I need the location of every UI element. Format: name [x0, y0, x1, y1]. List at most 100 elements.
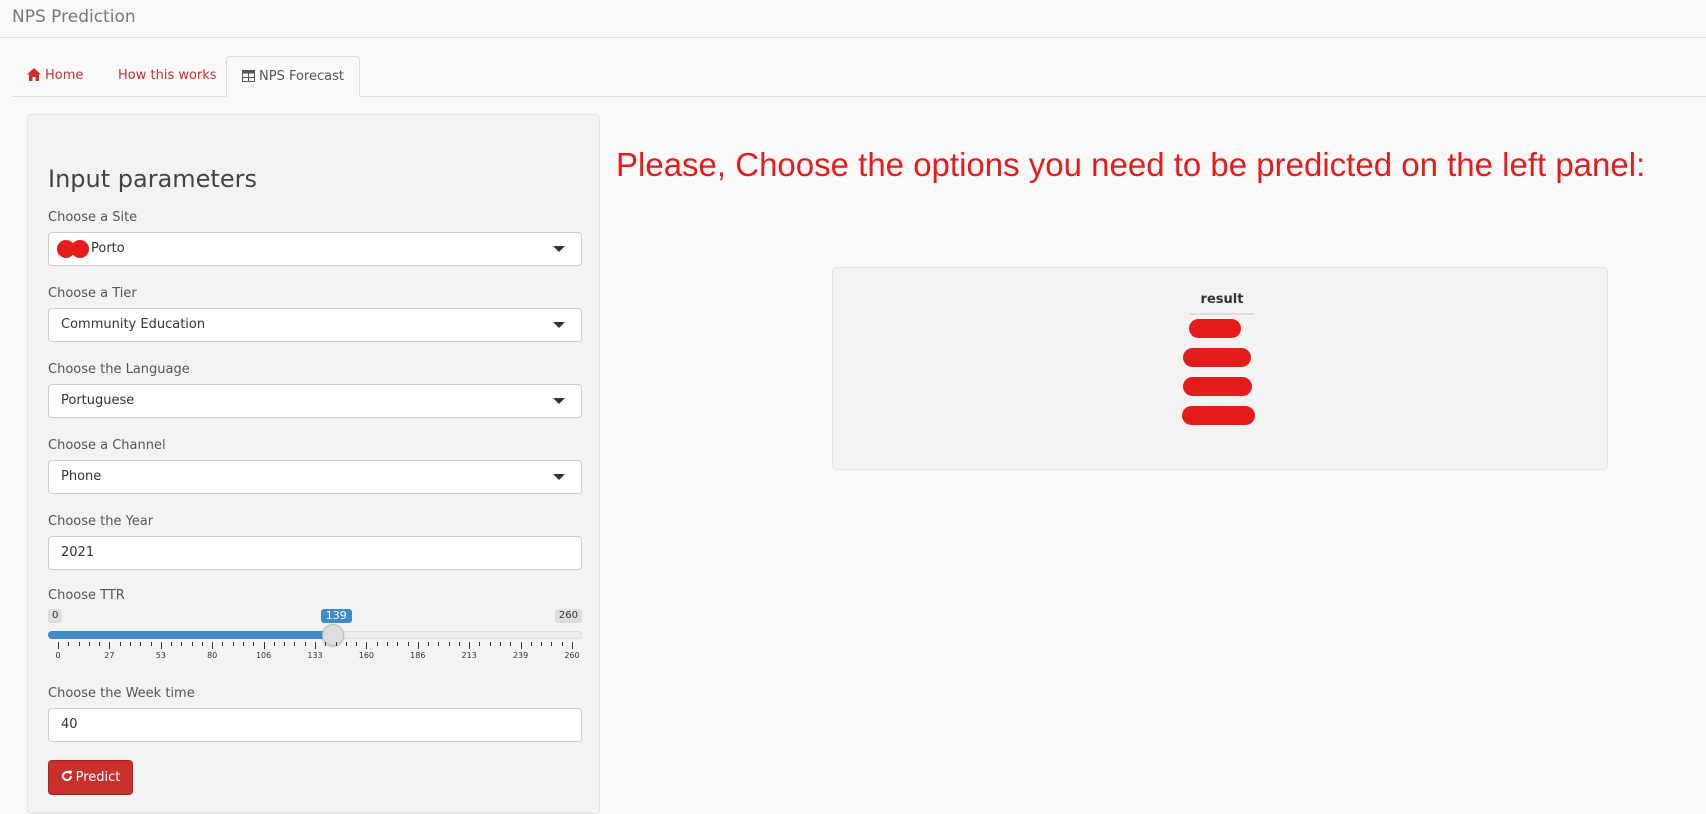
channel-select[interactable]: Phone — [48, 460, 582, 494]
redacted-result-value — [1183, 348, 1251, 367]
slider-minor-tick — [181, 642, 183, 646]
predict-button[interactable]: Predict — [48, 760, 133, 795]
slider-minor-tick — [530, 642, 532, 646]
slider-minor-tick — [253, 642, 255, 646]
result-column-header: result — [1190, 292, 1254, 315]
table-icon — [242, 59, 255, 98]
language-select[interactable]: Portuguese — [48, 384, 582, 418]
slider-minor-tick — [345, 642, 347, 646]
slider-major-tick — [160, 642, 162, 649]
slider-minor-tick — [376, 642, 378, 646]
home-icon — [27, 58, 41, 97]
slider-major-tick — [212, 642, 214, 649]
year-label: Choose the Year — [48, 514, 154, 529]
tab-how-this-works[interactable]: How this works — [103, 56, 232, 95]
slider-minor-tick — [284, 642, 286, 646]
slider-tick-label: 213 — [461, 651, 477, 660]
refresh-icon — [61, 770, 72, 782]
slider-tick-label: 80 — [207, 651, 218, 660]
slider-tick-label: 186 — [410, 651, 426, 660]
redacted-result-value — [1189, 319, 1241, 338]
site-label: Choose a Site — [48, 210, 138, 225]
ttr-slider[interactable]: 0 260 139 0 27 53 80 106 133 160 186 213 239 260 — [48, 609, 582, 669]
slider-minor-tick — [129, 642, 131, 646]
language-label: Choose the Language — [48, 362, 190, 377]
slider-minor-tick — [510, 642, 512, 646]
slider-minor-tick — [304, 642, 306, 646]
slider-minor-tick — [356, 642, 358, 646]
panel-title: Input parameters — [48, 165, 257, 193]
chevron-down-icon — [553, 398, 565, 404]
slider-major-tick — [366, 642, 368, 649]
slider-major-tick — [58, 642, 59, 649]
slider-minor-tick — [500, 642, 502, 646]
site-select[interactable]: Porto — [48, 232, 582, 266]
tier-label: Choose a Tier — [48, 286, 137, 301]
slider-tick-label: 27 — [104, 651, 115, 660]
slider-minor-tick — [191, 642, 193, 646]
channel-label: Choose a Channel — [48, 438, 166, 453]
slider-minor-tick — [88, 642, 90, 646]
headline-message: Please, Choose the options you need to b… — [616, 146, 1646, 183]
slider-minor-tick — [273, 642, 275, 646]
slider-minor-tick — [78, 642, 80, 646]
channel-value: Phone — [61, 469, 102, 484]
tab-home[interactable]: Home — [12, 56, 98, 95]
tier-select[interactable]: Community Education — [48, 308, 582, 342]
tab-how-label: How this works — [118, 68, 217, 83]
slider-tick-label: 53 — [155, 651, 166, 660]
slider-major-tick — [315, 642, 316, 649]
slider-tick-label: 106 — [255, 651, 272, 660]
tab-nps-forecast[interactable]: NPS Forecast — [226, 56, 360, 97]
tier-value: Community Education — [61, 317, 206, 332]
navbar: NPS Prediction — [0, 0, 1706, 38]
redaction-mark — [71, 240, 89, 258]
year-value: 2021 — [61, 545, 95, 560]
slider-minor-tick — [335, 642, 337, 646]
chevron-down-icon — [553, 246, 565, 252]
slider-minor-tick — [119, 642, 121, 646]
slider-major-tick — [109, 642, 111, 649]
slider-major-tick — [263, 642, 265, 649]
slider-minor-tick — [489, 642, 491, 646]
result-panel: result — [832, 267, 1608, 470]
ttr-label: Choose TTR — [48, 588, 125, 603]
slider-minor-tick — [325, 642, 327, 646]
slider-minor-tick — [171, 642, 173, 646]
slider-minor-tick — [150, 642, 152, 646]
predict-label: Predict — [75, 770, 121, 785]
chevron-down-icon — [553, 474, 565, 480]
slider-major-tick — [469, 642, 471, 649]
app-title: NPS Prediction — [12, 7, 136, 27]
slider-minor-tick — [479, 642, 481, 646]
slider-minor-tick — [99, 642, 101, 646]
slider-fill — [48, 631, 333, 639]
week-value: 40 — [61, 717, 78, 732]
slider-minor-tick — [561, 642, 563, 646]
slider-minor-tick — [222, 642, 224, 646]
slider-minor-tick — [397, 642, 399, 646]
slider-minor-tick — [201, 642, 203, 646]
tab-home-label: Home — [45, 68, 84, 83]
site-value: Porto — [91, 241, 125, 256]
slider-major-tick — [520, 642, 522, 649]
slider-value-label: 139 — [320, 609, 352, 623]
language-value: Portuguese — [61, 393, 135, 408]
week-label: Choose the Week time — [48, 686, 195, 701]
slider-major-tick — [572, 642, 573, 649]
slider-minor-tick — [407, 642, 409, 646]
week-input[interactable]: 40 — [48, 708, 582, 742]
tab-forecast-label: NPS Forecast — [259, 69, 344, 84]
slider-tick-label: 260 — [564, 651, 580, 660]
slider-tick-label: 0 — [55, 651, 61, 660]
slider-min-label: 0 — [48, 609, 63, 623]
slider-max-label: 260 — [554, 609, 582, 623]
year-input[interactable]: 2021 — [48, 536, 582, 570]
slider-minor-tick — [448, 642, 450, 646]
redacted-result-value — [1183, 377, 1252, 396]
slider-minor-tick — [294, 642, 296, 646]
input-panel: Input parameters Choose a Site Porto Cho… — [27, 114, 600, 814]
slider-minor-tick — [551, 642, 553, 646]
tab-bar: Home How this works NPS Forecast — [12, 56, 1706, 97]
slider-minor-tick — [386, 642, 388, 646]
